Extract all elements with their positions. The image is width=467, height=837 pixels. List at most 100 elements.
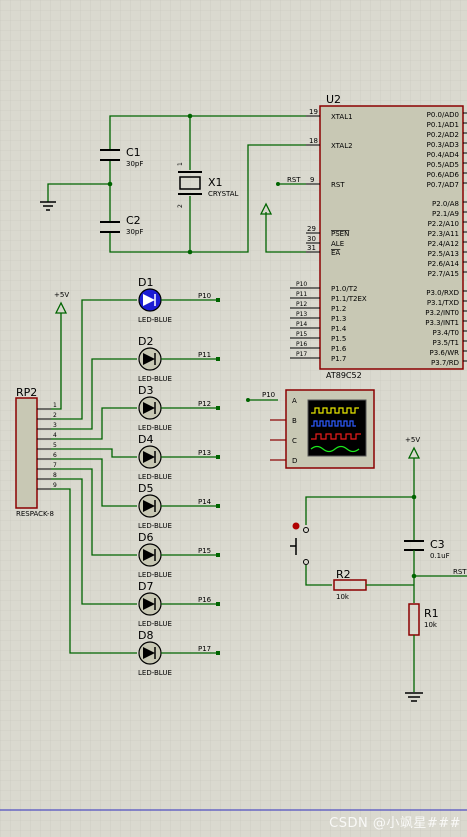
- port-pin-label: P0.2/AD2: [427, 131, 459, 139]
- scope-net-label: P10: [262, 391, 275, 399]
- crystal-pin1: 1: [177, 162, 184, 166]
- p1-net-label: P14: [296, 321, 307, 328]
- led-net-label: P17: [198, 645, 211, 653]
- led-value: LED-BLUE: [138, 522, 172, 530]
- mcu-part: AT89C52: [326, 371, 362, 380]
- led-ref: D3: [138, 384, 153, 397]
- net-terminal: [216, 357, 220, 361]
- port-pin-label: P0.3/AD3: [427, 141, 459, 149]
- port-pin-label: P2.0/A8: [432, 200, 459, 208]
- respack-pin-number: 1: [53, 402, 57, 409]
- led-ref: D5: [138, 482, 153, 495]
- pin-label-xtal1: XTAL1: [331, 113, 353, 121]
- port-pin-label: P3.6/WR: [430, 349, 460, 357]
- schematic-canvas[interactable]: U2 AT89C52 19 XTAL1 18 XTAL2 9 RST 29 PS…: [0, 0, 467, 837]
- respack-pin-number: 6: [53, 452, 57, 459]
- scope-channel-b: B: [292, 417, 297, 425]
- port-pin-label: P2.7/A15: [428, 270, 459, 278]
- led-ref: D7: [138, 580, 153, 593]
- vcc-left-label: +5V: [54, 291, 69, 299]
- junction: [411, 494, 417, 500]
- port-pin-label: P3.5/T1: [433, 339, 459, 347]
- net-terminal: [216, 504, 220, 508]
- led-net-label: P14: [198, 498, 212, 506]
- port-pin-label: P2.1/A9: [432, 210, 459, 218]
- p1-net-label: P16: [296, 341, 307, 348]
- pin-num-xtal2: 18: [309, 137, 318, 145]
- led-value: LED-BLUE: [138, 316, 172, 324]
- pin-label-rst: RST: [331, 181, 345, 189]
- port-pin-label: P0.0/AD0: [427, 111, 459, 119]
- led-net-label: P15: [198, 547, 211, 555]
- reset-net-label: RST: [453, 568, 467, 576]
- led-net-label: P11: [198, 351, 211, 359]
- led-ref: D1: [138, 276, 153, 289]
- p1-pin-label: P1.2: [331, 305, 346, 313]
- pin-num-ale: 30: [307, 235, 316, 243]
- respack-pin-number: 9: [53, 482, 57, 489]
- mcu-ref: U2: [326, 93, 341, 106]
- junction: [246, 398, 250, 402]
- led-ref: D8: [138, 629, 153, 642]
- junction: [187, 113, 193, 119]
- scope-channel-d: D: [292, 457, 297, 465]
- net-terminal: [216, 455, 220, 459]
- port-pin-label: P0.1/AD1: [427, 121, 459, 129]
- pin-label-psen: PSEN: [331, 230, 349, 238]
- r2-value: 10k: [336, 593, 350, 601]
- p1-net-label: P17: [296, 351, 307, 358]
- port-pin-label: P0.6/AD6: [427, 171, 460, 179]
- respack-pin-number: 7: [53, 462, 57, 469]
- port-pin-label: P2.6/A14: [428, 260, 460, 268]
- pin-num-psen: 29: [307, 225, 316, 233]
- led-value: LED-BLUE: [138, 473, 172, 481]
- respack-pin-number: 2: [53, 412, 57, 419]
- p1-pin-label: P1.4: [331, 325, 347, 333]
- r2-ref: R2: [336, 568, 351, 581]
- watermark-text: CSDN @小飒星###: [329, 816, 461, 831]
- respack-pin-number: 8: [53, 472, 57, 479]
- port-pin-label: P0.4/AD4: [427, 151, 460, 159]
- port-pin-label: P2.2/A10: [428, 220, 459, 228]
- crystal-ref: X1: [208, 176, 223, 189]
- port-pin-label: P3.0/RXD: [426, 289, 459, 297]
- pin-num-xtal1: 19: [309, 108, 318, 116]
- junction: [107, 181, 113, 187]
- p1-pin-label: P1.6: [331, 345, 347, 353]
- pin-label-ale: ALE: [331, 240, 344, 248]
- c1-value: 30pF: [126, 160, 143, 168]
- junction: [187, 249, 193, 255]
- port-pin-label: P3.3/INT1: [425, 319, 459, 327]
- scope-channel-a: A: [292, 397, 297, 405]
- c3-ref: C3: [430, 538, 445, 551]
- p1-pin-label: P1.0/T2: [331, 285, 357, 293]
- respack-pin-number: 5: [53, 442, 57, 449]
- respack-pin-number: 4: [53, 432, 57, 439]
- net-terminal: [216, 651, 220, 655]
- led-ref: D6: [138, 531, 153, 544]
- pin-num-ea: 31: [307, 244, 316, 252]
- r1-value: 10k: [424, 621, 438, 629]
- led-net-label: P10: [198, 292, 211, 300]
- p1-net-label: P11: [296, 291, 307, 298]
- port-pin-label: P0.5/AD5: [427, 161, 459, 169]
- c1-ref: C1: [126, 146, 141, 159]
- c2-value: 30pF: [126, 228, 143, 236]
- pin-num-rst: 9: [310, 176, 314, 184]
- respack-body[interactable]: [15, 397, 38, 509]
- port-pin-label: P3.4/T0: [433, 329, 459, 337]
- led-net-label: P12: [198, 400, 211, 408]
- junction: [276, 182, 280, 186]
- led-ref: D4: [138, 433, 153, 446]
- port-pin-label: P2.5/A13: [428, 250, 459, 258]
- p1-pin-label: P1.5: [331, 335, 346, 343]
- junction: [411, 573, 417, 579]
- respack-value: RESPACK-8: [16, 510, 54, 518]
- led-value: LED-BLUE: [138, 375, 172, 383]
- led-net-label: P13: [198, 449, 211, 457]
- net-terminal: [216, 553, 220, 557]
- p1-pin-label: P1.7: [331, 355, 346, 363]
- respack-ref: RP2: [16, 386, 37, 399]
- led-value: LED-BLUE: [138, 620, 172, 628]
- crystal-pin2: 2: [177, 204, 184, 208]
